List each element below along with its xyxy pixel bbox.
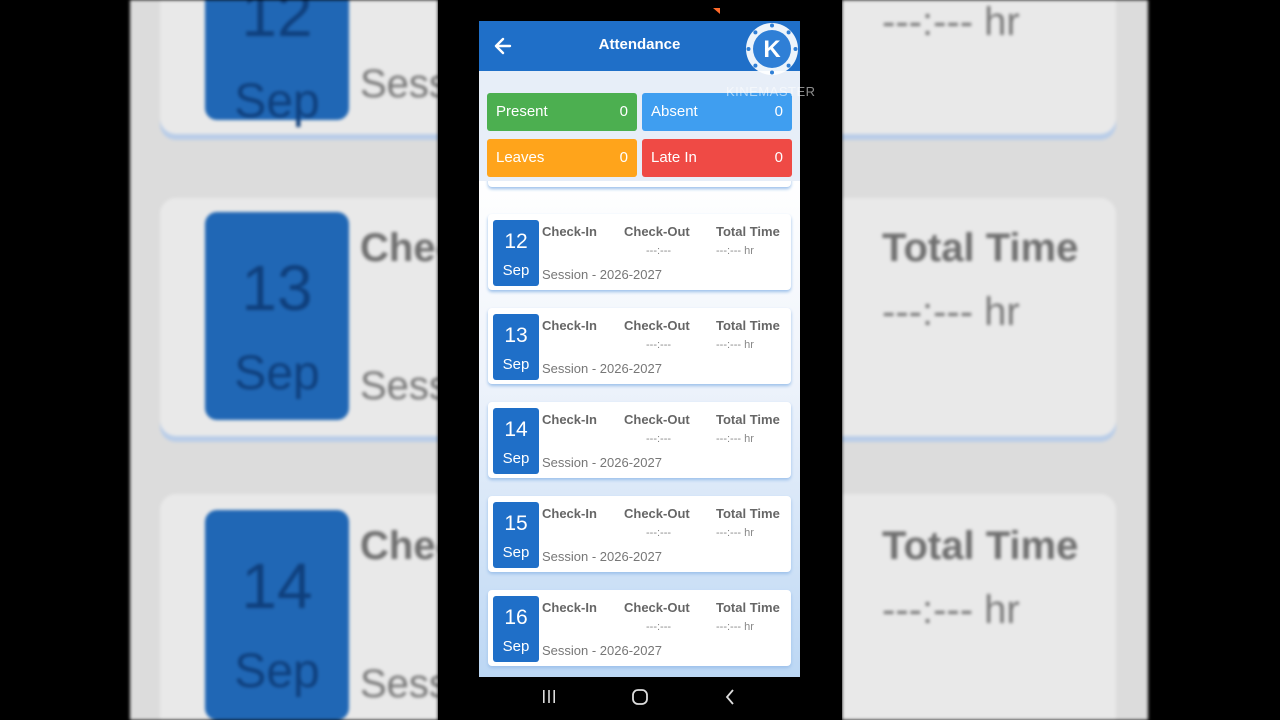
attendance-card[interactable]: 14 Sep Check-In Check-Out Total Time ---… bbox=[488, 402, 791, 478]
check-in-label: Check-In bbox=[542, 412, 597, 427]
chevron-left-icon[interactable] bbox=[723, 687, 737, 707]
session-label: Session - 2026-2027 bbox=[542, 549, 662, 564]
total-time-value: ---:--- hr bbox=[716, 621, 754, 633]
attendance-card[interactable]: 13 Sep Check-In Check-Out Total Time ---… bbox=[488, 308, 791, 384]
date-month: Sep bbox=[502, 356, 530, 373]
bg-day: 12 bbox=[241, 0, 313, 50]
stat-label: Leaves bbox=[496, 149, 545, 166]
bg-date-badge: 12 Sep bbox=[205, 0, 349, 126]
total-time-label: Total Time bbox=[716, 600, 780, 615]
date-day: 12 bbox=[504, 230, 528, 253]
bg-session: Sessi bbox=[360, 662, 438, 706]
recents-icon[interactable] bbox=[541, 687, 557, 707]
stat-value: 0 bbox=[619, 149, 628, 166]
check-out-label: Check-Out bbox=[624, 506, 690, 521]
total-time-label: Total Time bbox=[716, 224, 780, 239]
date-month: Sep bbox=[502, 638, 530, 655]
stat-value: 0 bbox=[774, 103, 783, 120]
check-out-value: ---:--- bbox=[646, 621, 672, 633]
logo-letter: K bbox=[763, 36, 781, 63]
date-month: Sep bbox=[502, 544, 530, 561]
check-in-label: Check-In bbox=[542, 600, 597, 615]
bg-card: ---:--- hr bbox=[842, 0, 1116, 134]
total-time-label: Total Time bbox=[716, 318, 780, 333]
date-day: 15 bbox=[504, 512, 528, 535]
stat-value: 0 bbox=[619, 103, 628, 120]
system-nav-bar bbox=[438, 677, 842, 720]
check-in-label: Check-In bbox=[542, 506, 597, 521]
date-day: 14 bbox=[504, 418, 528, 441]
date-badge: 15 Sep bbox=[493, 502, 539, 568]
bg-date-badge: 14 Sep bbox=[205, 510, 349, 720]
session-label: Session - 2026-2027 bbox=[542, 643, 662, 658]
stat-label: Absent bbox=[651, 103, 698, 120]
bg-check: Chec bbox=[360, 226, 438, 270]
bg-session: Sessi bbox=[360, 364, 438, 408]
check-out-label: Check-Out bbox=[624, 224, 690, 239]
bg-total-time: Total Time bbox=[882, 226, 1079, 270]
phone-frame: Attendance Present 0 Absent 0 Leaves 0 L… bbox=[438, 0, 842, 720]
kinemaster-logo: K bbox=[746, 23, 798, 75]
session-label: Session - 2026-2027 bbox=[542, 455, 662, 470]
bg-card: 13 Sep Chec Sessi bbox=[160, 198, 438, 436]
bg-check: Chec bbox=[360, 524, 438, 568]
stat-leaves[interactable]: Leaves 0 bbox=[487, 139, 637, 177]
background-right: ---:--- hr Total Time ---:--- hr Total T… bbox=[842, 0, 1148, 720]
session-label: Session - 2026-2027 bbox=[542, 267, 662, 282]
stat-present[interactable]: Present 0 bbox=[487, 93, 637, 131]
check-out-value: ---:--- bbox=[646, 433, 672, 445]
total-time-label: Total Time bbox=[716, 412, 780, 427]
check-out-label: Check-Out bbox=[624, 318, 690, 333]
bg-session: Sessi bbox=[360, 62, 438, 106]
list-item[interactable] bbox=[488, 181, 791, 187]
check-out-value: ---:--- bbox=[646, 339, 672, 351]
bg-card: Total Time ---:--- hr bbox=[842, 198, 1116, 436]
total-time-label: Total Time bbox=[716, 506, 780, 521]
total-time-value: ---:--- hr bbox=[716, 433, 754, 445]
bg-month: Sep bbox=[234, 645, 320, 698]
total-time-value: ---:--- hr bbox=[716, 245, 754, 257]
date-month: Sep bbox=[502, 262, 530, 279]
bg-card: 12 Sep Sessi bbox=[160, 0, 438, 134]
stat-value: 0 bbox=[774, 149, 783, 166]
background-left: 12 Sep Sessi 13 Sep Chec Sessi 14 Sep Ch… bbox=[130, 0, 438, 720]
date-month: Sep bbox=[502, 450, 530, 467]
date-day: 16 bbox=[504, 606, 528, 629]
date-badge: 16 Sep bbox=[493, 596, 539, 662]
bg-time: ---:--- hr bbox=[882, 0, 1020, 44]
bg-month: Sep bbox=[234, 347, 320, 400]
check-in-label: Check-In bbox=[542, 318, 597, 333]
app-screen: Attendance Present 0 Absent 0 Leaves 0 L… bbox=[479, 21, 800, 677]
attendance-card[interactable]: 12 Sep Check-In Check-Out Total Time ---… bbox=[488, 214, 791, 290]
bg-time: ---:--- hr bbox=[882, 290, 1020, 334]
stat-late-in[interactable]: Late In 0 bbox=[642, 139, 792, 177]
stat-label: Present bbox=[496, 103, 548, 120]
bg-month: Sep bbox=[234, 75, 320, 128]
attendance-card[interactable]: 16 Sep Check-In Check-Out Total Time ---… bbox=[488, 590, 791, 666]
total-time-value: ---:--- hr bbox=[716, 527, 754, 539]
total-time-value: ---:--- hr bbox=[716, 339, 754, 351]
check-out-value: ---:--- bbox=[646, 527, 672, 539]
check-out-label: Check-Out bbox=[624, 412, 690, 427]
bg-time: ---:--- hr bbox=[882, 588, 1020, 632]
home-icon[interactable] bbox=[631, 687, 649, 707]
watermark-text: KINEMASTER bbox=[726, 84, 816, 99]
check-out-value: ---:--- bbox=[646, 245, 672, 257]
bg-day: 14 bbox=[241, 550, 313, 622]
date-badge: 14 Sep bbox=[493, 408, 539, 474]
bg-date-badge: 13 Sep bbox=[205, 212, 349, 420]
bg-total-time: Total Time bbox=[882, 524, 1079, 568]
bg-card: Total Time ---:--- hr bbox=[842, 494, 1116, 720]
date-day: 13 bbox=[504, 324, 528, 347]
bg-day: 13 bbox=[241, 252, 313, 324]
attendance-list[interactable]: 12 Sep Check-In Check-Out Total Time ---… bbox=[479, 181, 800, 677]
stat-label: Late In bbox=[651, 149, 697, 166]
date-badge: 12 Sep bbox=[493, 220, 539, 286]
session-label: Session - 2026-2027 bbox=[542, 361, 662, 376]
attendance-card[interactable]: 15 Sep Check-In Check-Out Total Time ---… bbox=[488, 496, 791, 572]
bg-card: 14 Sep Chec Sessi bbox=[160, 494, 438, 720]
date-badge: 13 Sep bbox=[493, 314, 539, 380]
check-in-label: Check-In bbox=[542, 224, 597, 239]
check-out-label: Check-Out bbox=[624, 600, 690, 615]
